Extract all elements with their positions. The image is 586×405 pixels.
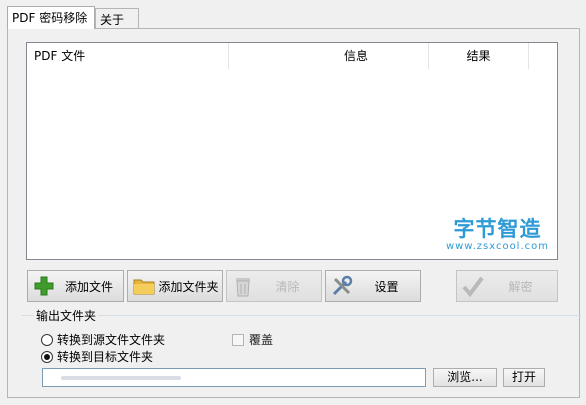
add-folder-button[interactable]: 添加文件夹	[127, 270, 223, 302]
decrypt-button[interactable]: 解密	[456, 270, 558, 302]
radio-source-label: 转换到源文件文件夹	[57, 333, 166, 347]
column-header-result[interactable]: 结果	[429, 43, 529, 69]
file-list[interactable]: PDF 文件 信息 结果 字节智造 www.zsxcool.com	[26, 42, 558, 260]
output-folder-legend: 输出文件夹	[34, 307, 99, 324]
tab-pdf-remove[interactable]: PDF 密码移除	[7, 6, 95, 29]
overwrite-label: 覆盖	[249, 333, 274, 347]
radio-target-label: 转换到目标文件夹	[57, 350, 154, 364]
decrypt-label: 解密	[508, 279, 533, 294]
plus-icon	[33, 275, 55, 297]
tools-icon	[331, 275, 353, 297]
open-button[interactable]: 打开	[503, 368, 545, 387]
add-folder-label: 添加文件夹	[158, 279, 219, 294]
list-header: PDF 文件 信息 结果	[27, 43, 557, 69]
checkmark-icon	[462, 275, 484, 297]
blurred-path-text	[61, 376, 181, 380]
radio-target-folder[interactable]: 转换到目标文件夹	[41, 348, 153, 365]
radio-source-indicator[interactable]	[41, 333, 53, 346]
watermark-logo: 字节智造 www.zsxcool.com	[446, 217, 549, 253]
add-file-button[interactable]: 添加文件	[27, 270, 124, 302]
output-path-input[interactable]	[42, 368, 426, 387]
column-header-info[interactable]: 信息	[229, 43, 429, 69]
watermark-title: 字节智造	[453, 217, 542, 241]
trash-icon	[232, 275, 254, 297]
settings-label: 设置	[374, 279, 399, 294]
watermark-url: www.zsxcool.com	[445, 241, 549, 252]
radio-target-indicator[interactable]	[41, 350, 53, 363]
add-file-label: 添加文件	[64, 279, 113, 294]
column-header-file[interactable]: PDF 文件	[27, 43, 229, 69]
overwrite-checkbox[interactable]: 覆盖	[232, 331, 273, 348]
overwrite-checkbox-box[interactable]	[232, 333, 244, 346]
folder-icon	[133, 275, 155, 297]
radio-source-folder[interactable]: 转换到源文件文件夹	[41, 331, 165, 348]
clear-label: 清除	[275, 279, 300, 294]
clear-button[interactable]: 清除	[226, 270, 322, 302]
tab-about[interactable]: 关于	[95, 8, 139, 28]
settings-button[interactable]: 设置	[325, 270, 421, 302]
browse-button[interactable]: 浏览...	[433, 368, 497, 387]
